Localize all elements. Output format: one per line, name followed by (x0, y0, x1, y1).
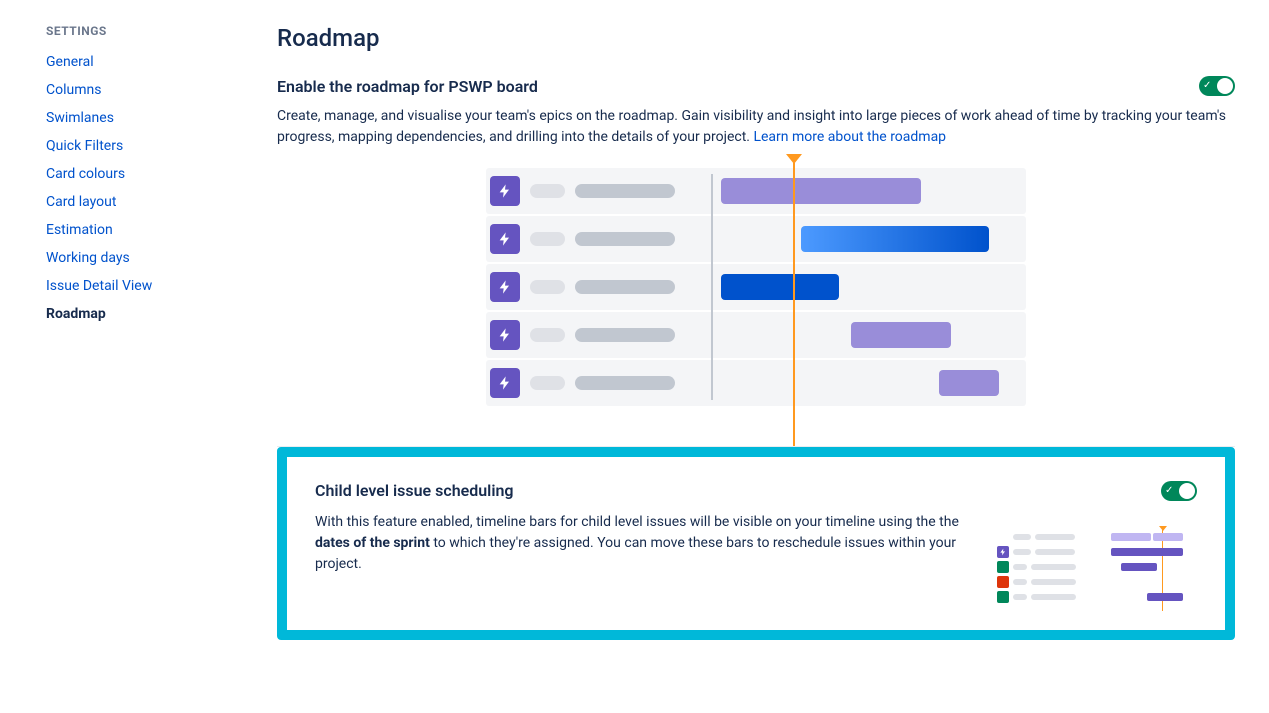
sidebar-item-roadmap[interactable]: Roadmap (46, 300, 235, 328)
roadmap-description: Create, manage, and visualise your team'… (277, 106, 1235, 148)
sidebar-item-swimlanes[interactable]: Swimlanes (46, 104, 235, 132)
check-icon: ✓ (1165, 484, 1173, 498)
check-icon: ✓ (1203, 79, 1211, 93)
child-scheduling-panel: Child level issue scheduling With this f… (277, 447, 1235, 640)
sidebar-item-columns[interactable]: Columns (46, 76, 235, 104)
epic-icon (490, 368, 520, 398)
child-heading: Child level issue scheduling (315, 481, 514, 500)
today-marker-icon (793, 158, 795, 446)
gantt-row (486, 216, 1026, 262)
sidebar-item-working-days[interactable]: Working days (46, 244, 235, 272)
gantt-row (486, 360, 1026, 406)
sidebar-item-issue-detail-view[interactable]: Issue Detail View (46, 272, 235, 300)
roadmap-illustration (486, 168, 1026, 406)
epic-icon (997, 546, 1009, 558)
page-title: Roadmap (277, 24, 1235, 52)
story-icon (997, 591, 1009, 603)
gantt-row (486, 264, 1026, 310)
gantt-row (486, 168, 1026, 214)
sidebar-item-quick-filters[interactable]: Quick Filters (46, 132, 235, 160)
bug-icon (997, 576, 1009, 588)
sidebar-items: GeneralColumnsSwimlanesQuick FiltersCard… (46, 48, 235, 328)
child-scheduling-toggle[interactable]: ✓ (1161, 481, 1197, 501)
epic-icon (490, 176, 520, 206)
sidebar-heading: SETTINGS (46, 24, 235, 38)
settings-sidebar: SETTINGS GeneralColumnsSwimlanesQuick Fi… (0, 0, 235, 640)
roadmap-enable-heading: Enable the roadmap for PSWP board (277, 77, 538, 96)
epic-icon (490, 224, 520, 254)
epic-icon (490, 320, 520, 350)
sidebar-item-estimation[interactable]: Estimation (46, 216, 235, 244)
child-illustration (997, 513, 1197, 606)
sidebar-item-card-colours[interactable]: Card colours (46, 160, 235, 188)
main-content: Roadmap Enable the roadmap for PSWP boar… (235, 0, 1269, 640)
sidebar-item-card-layout[interactable]: Card layout (46, 188, 235, 216)
learn-more-link[interactable]: Learn more about the roadmap (753, 129, 946, 145)
roadmap-enable-toggle[interactable]: ✓ (1199, 76, 1235, 96)
sidebar-item-general[interactable]: General (46, 48, 235, 76)
child-description: With this feature enabled, timeline bars… (315, 512, 967, 575)
gantt-row (486, 312, 1026, 358)
story-icon (997, 561, 1009, 573)
epic-icon (490, 272, 520, 302)
